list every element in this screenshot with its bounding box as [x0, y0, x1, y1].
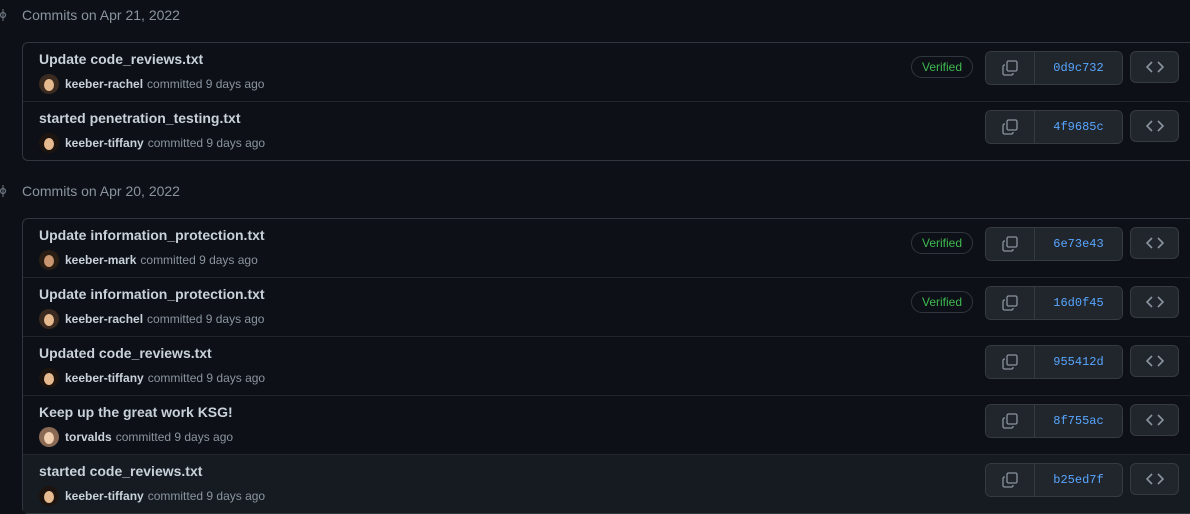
- browse-repo-button[interactable]: [1130, 286, 1179, 318]
- commit-time: committed 9 days ago: [115, 430, 234, 444]
- commit-message-link[interactable]: Updated code_reviews.txt: [39, 345, 212, 361]
- browse-repo-button[interactable]: [1130, 110, 1179, 142]
- commit-message-link[interactable]: Keep up the great work KSG!: [39, 404, 233, 420]
- commit-sha-link[interactable]: 16d0f45: [1035, 287, 1122, 319]
- commit-list: Update information_protection.txt keeber…: [22, 218, 1190, 514]
- commit-list: Update code_reviews.txt keeber-rachel co…: [22, 42, 1190, 161]
- copy-sha-button[interactable]: [986, 405, 1035, 437]
- sha-button-group: b25ed7f: [985, 463, 1123, 497]
- copy-icon: [1002, 236, 1018, 252]
- avatar[interactable]: [39, 368, 59, 388]
- copy-icon: [1002, 60, 1018, 76]
- commit-row: Update information_protection.txt keeber…: [23, 277, 1190, 336]
- commit-meta: keeber-tiffany committed 9 days ago: [39, 131, 265, 155]
- copy-icon: [1002, 413, 1018, 429]
- avatar[interactable]: [39, 74, 59, 94]
- browse-repo-button[interactable]: [1130, 463, 1179, 495]
- commit-row: Keep up the great work KSG! torvalds com…: [23, 395, 1190, 454]
- commit-sha-link[interactable]: 8f755ac: [1035, 405, 1122, 437]
- commit-row: started penetration_testing.txt keeber-t…: [23, 101, 1190, 160]
- group-title: Commits on Apr 20, 2022: [22, 183, 180, 199]
- group-title: Commits on Apr 21, 2022: [22, 7, 180, 23]
- commit-group-header: Commits on Apr 20, 2022: [0, 176, 300, 206]
- commit-author-link[interactable]: keeber-tiffany: [65, 489, 144, 503]
- commit-time: committed 9 days ago: [147, 312, 265, 326]
- git-commit-icon: [0, 9, 7, 21]
- browse-repo-button[interactable]: [1130, 345, 1179, 377]
- commit-author-link[interactable]: keeber-tiffany: [65, 371, 144, 385]
- code-icon: [1145, 355, 1164, 367]
- avatar[interactable]: [39, 250, 59, 270]
- sha-button-group: 8f755ac: [985, 404, 1123, 438]
- copy-icon: [1002, 295, 1018, 311]
- commit-author-link[interactable]: torvalds: [65, 430, 112, 444]
- commit-time: committed 9 days ago: [147, 371, 266, 385]
- copy-sha-button[interactable]: [986, 111, 1035, 143]
- commit-meta: keeber-mark committed 9 days ago: [39, 248, 258, 272]
- code-icon: [1145, 296, 1164, 308]
- git-commit-icon: [0, 185, 7, 197]
- commit-sha-link[interactable]: b25ed7f: [1035, 464, 1122, 496]
- sha-button-group: 4f9685c: [985, 110, 1123, 144]
- commit-message-link[interactable]: started penetration_testing.txt: [39, 110, 240, 126]
- commit-row: Update code_reviews.txt keeber-rachel co…: [23, 43, 1190, 101]
- commit-row: started code_reviews.txt keeber-tiffany …: [23, 454, 1190, 513]
- commit-sha-link[interactable]: 955412d: [1035, 346, 1122, 378]
- commit-meta: torvalds committed 9 days ago: [39, 425, 233, 449]
- copy-sha-button[interactable]: [986, 464, 1035, 496]
- code-icon: [1145, 61, 1164, 73]
- browse-repo-button[interactable]: [1130, 227, 1179, 259]
- browse-repo-button[interactable]: [1130, 51, 1179, 83]
- avatar[interactable]: [39, 309, 59, 329]
- copy-icon: [1002, 119, 1018, 135]
- commit-row: Updated code_reviews.txt keeber-tiffany …: [23, 336, 1190, 395]
- copy-icon: [1002, 354, 1018, 370]
- commit-meta: keeber-tiffany committed 9 days ago: [39, 366, 265, 390]
- copy-sha-button[interactable]: [986, 346, 1035, 378]
- commit-sha-link[interactable]: 4f9685c: [1035, 111, 1122, 143]
- commit-author-link[interactable]: keeber-rachel: [65, 77, 143, 91]
- verified-badge[interactable]: Verified: [911, 232, 973, 254]
- commit-message-link[interactable]: Update information_protection.txt: [39, 227, 265, 243]
- commit-time: committed 9 days ago: [140, 253, 258, 267]
- sha-button-group: 6e73e43: [985, 227, 1123, 261]
- commit-sha-link[interactable]: 6e73e43: [1035, 228, 1122, 260]
- code-icon: [1145, 237, 1164, 249]
- avatar[interactable]: [39, 486, 59, 506]
- copy-sha-button[interactable]: [986, 228, 1035, 260]
- commit-message-link[interactable]: Update information_protection.txt: [39, 286, 265, 302]
- browse-repo-button[interactable]: [1130, 404, 1179, 436]
- commit-author-link[interactable]: keeber-tiffany: [65, 136, 144, 150]
- copy-sha-button[interactable]: [986, 52, 1035, 84]
- code-icon: [1145, 414, 1164, 426]
- code-icon: [1145, 473, 1164, 485]
- commit-message-link[interactable]: Update code_reviews.txt: [39, 51, 203, 67]
- commit-message-link[interactable]: started code_reviews.txt: [39, 463, 202, 479]
- commit-author-link[interactable]: keeber-mark: [65, 253, 136, 267]
- commit-row: Update information_protection.txt keeber…: [23, 219, 1190, 277]
- commit-meta: keeber-tiffany committed 9 days ago: [39, 484, 265, 508]
- verified-badge[interactable]: Verified: [911, 291, 973, 313]
- sha-button-group: 955412d: [985, 345, 1123, 379]
- commit-time: committed 9 days ago: [147, 136, 266, 150]
- commit-group-header: Commits on Apr 21, 2022: [0, 0, 300, 30]
- copy-icon: [1002, 472, 1018, 488]
- copy-sha-button[interactable]: [986, 287, 1035, 319]
- commit-meta: keeber-rachel committed 9 days ago: [39, 72, 264, 96]
- avatar[interactable]: [39, 427, 59, 447]
- avatar[interactable]: [39, 133, 59, 153]
- code-icon: [1145, 120, 1164, 132]
- commit-sha-link[interactable]: 0d9c732: [1035, 52, 1122, 84]
- commit-time: committed 9 days ago: [147, 489, 266, 503]
- verified-badge[interactable]: Verified: [911, 56, 973, 78]
- commit-author-link[interactable]: keeber-rachel: [65, 312, 143, 326]
- commit-meta: keeber-rachel committed 9 days ago: [39, 307, 264, 331]
- sha-button-group: 0d9c732: [985, 51, 1123, 85]
- commit-time: committed 9 days ago: [147, 77, 265, 91]
- sha-button-group: 16d0f45: [985, 286, 1123, 320]
